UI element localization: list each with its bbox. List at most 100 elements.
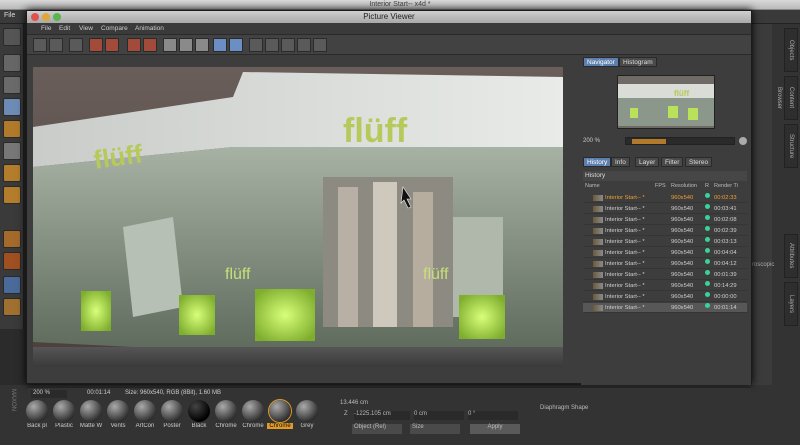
copy-icon[interactable] [127,38,141,52]
history-row[interactable]: Interior Start-- * 960x540 00:03:41 [583,204,747,214]
history-row[interactable]: Interior Start-- * 960x540 00:02:33 [583,193,747,203]
material-ball-icon[interactable] [188,400,210,422]
col-r[interactable]: R [705,183,709,189]
material-label[interactable]: Chrome [267,423,293,429]
axis-icon[interactable] [3,230,21,248]
tab-objects[interactable]: Objects [784,28,798,72]
apply-button[interactable]: Apply [470,424,520,434]
material-label[interactable]: ArtCon [132,423,158,429]
open-icon[interactable] [33,38,47,52]
coord-value-2b[interactable]: 0 cm [414,411,464,420]
zoom-icon[interactable] [53,13,61,21]
render-image[interactable]: flüff flüff flüff flüff [33,67,563,367]
zoom-slider[interactable] [625,137,735,145]
material-ball-icon[interactable] [80,400,102,422]
history-row[interactable]: Interior Start-- * 960x540 00:02:08 [583,215,747,225]
material-label[interactable]: Plastic [51,423,77,429]
coord-size-select[interactable]: Size [410,424,460,434]
menu-edit[interactable]: Edit [59,25,70,32]
tab-history[interactable]: History [583,157,612,167]
history-row[interactable]: Interior Start-- * 960x540 00:03:13 [583,237,747,247]
coord-value-1[interactable]: 13.446 cm [340,400,368,406]
tab-structure[interactable]: Structure [784,124,798,168]
tab-info[interactable]: Info [611,157,630,167]
render-region-icon[interactable] [89,38,103,52]
image-b-icon[interactable] [179,38,193,52]
paste-icon[interactable] [143,38,157,52]
edges-icon[interactable] [3,164,21,182]
col-name[interactable]: Name [585,183,600,189]
history-row[interactable]: Interior Start-- * 960x540 00:02:39 [583,226,747,236]
col-resolution[interactable]: Resolution [671,183,697,189]
material-ball-icon[interactable] [242,400,264,422]
navigator-thumbnail[interactable]: flüff [617,75,715,129]
close-icon[interactable] [31,13,39,21]
material-ball-icon[interactable] [161,400,183,422]
col-fps[interactable]: FPS [655,183,666,189]
menu-animation[interactable]: Animation [135,25,164,32]
material-ball-icon[interactable] [134,400,156,422]
material-ball-icon[interactable] [269,400,291,422]
coord-value-2[interactable]: -1225.105 cm [354,411,410,420]
menu-compare[interactable]: Compare [101,25,128,32]
history-row[interactable]: Interior Start-- * 960x540 00:01:14 [583,303,747,313]
tab-layers[interactable]: Layers [784,282,798,326]
material-label[interactable]: Grey [294,423,320,429]
cube-icon[interactable] [3,54,21,72]
history-row[interactable]: Interior Start-- * 960x540 00:04:12 [583,259,747,269]
fit-icon[interactable] [213,38,227,52]
status-zoom[interactable]: 200 % [31,390,67,398]
col-render-time[interactable]: Render Ti [714,183,738,189]
material-ball-icon[interactable] [53,400,75,422]
material-label[interactable]: Poster [159,423,185,429]
undo-icon[interactable] [3,28,21,46]
material-ball-icon[interactable] [26,400,48,422]
tab-histogram[interactable]: Histogram [619,57,657,67]
history-row[interactable]: Interior Start-- * 960x540 00:00:00 [583,292,747,302]
material-label[interactable]: Vents [105,423,131,429]
menu-view[interactable]: View [79,25,93,32]
save-icon[interactable] [49,38,63,52]
history-row[interactable]: Interior Start-- * 960x540 00:14:29 [583,281,747,291]
history-row[interactable]: Interior Start-- * 960x540 00:04:04 [583,248,747,258]
zoom-plus-icon[interactable] [739,137,747,145]
fullscreen-icon[interactable] [229,38,243,52]
snap-icon[interactable] [3,298,21,316]
up-arrow-icon[interactable] [265,38,279,52]
checker-icon[interactable] [3,76,21,94]
image-c-icon[interactable] [195,38,209,52]
coord-mode-select[interactable]: Object (Rel) [352,424,402,434]
zoom-slider-handle[interactable] [632,139,666,144]
move-icon[interactable] [249,38,263,52]
layers-icon[interactable] [3,276,21,294]
texture-icon[interactable] [3,120,21,138]
tab-content-browser[interactable]: Content Browser [776,76,798,120]
render-icon[interactable] [105,38,119,52]
magnet-icon[interactable] [3,252,21,270]
material-ball-icon[interactable] [107,400,129,422]
compare-ab-icon[interactable] [297,38,311,52]
history-row[interactable]: Interior Start-- * 960x540 00:01:39 [583,270,747,280]
stop-icon[interactable] [69,38,83,52]
material-label[interactable]: Matte W [78,423,104,429]
polygon-icon[interactable] [3,98,21,116]
tab-layer[interactable]: Layer [635,157,660,167]
material-ball-icon[interactable] [296,400,318,422]
tab-navigator[interactable]: Navigator [583,57,619,67]
material-label[interactable]: Back pl [24,423,50,429]
material-label[interactable]: Chrome [240,423,266,429]
tab-stereo[interactable]: Stereo [685,157,713,167]
swap-icon[interactable] [313,38,327,52]
tab-filter[interactable]: Filter [661,157,684,167]
material-label[interactable]: Chrome [213,423,239,429]
points-icon[interactable] [3,142,21,160]
coord-value-2c[interactable]: 0 ° [468,411,518,420]
menu-file[interactable]: File [41,25,51,32]
model-icon[interactable] [3,186,21,204]
minimize-icon[interactable] [42,13,50,21]
image-a-icon[interactable] [163,38,177,52]
c4d-file-menu[interactable]: File [4,12,15,19]
tab-attributes[interactable]: Attributes [784,234,798,278]
material-ball-icon[interactable] [215,400,237,422]
down-arrow-icon[interactable] [281,38,295,52]
